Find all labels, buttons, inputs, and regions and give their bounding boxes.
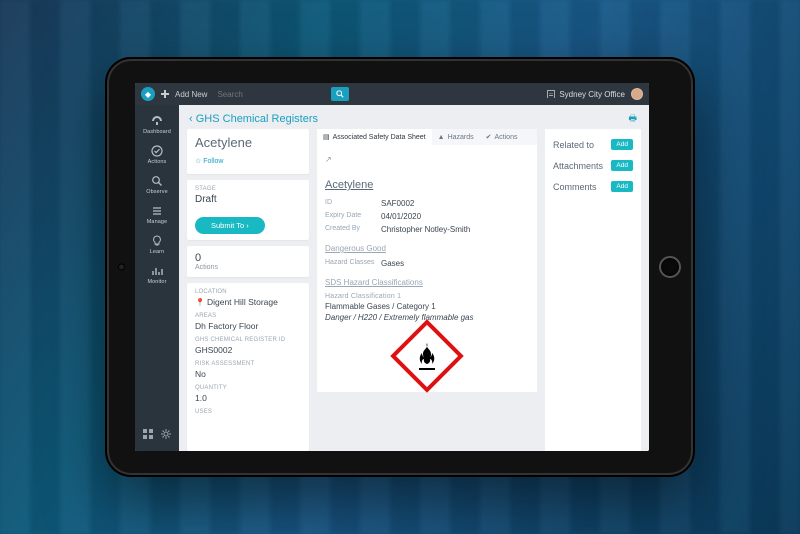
hazard-classes-label: Hazard Classes xyxy=(325,259,381,268)
dangerous-good-section: Dangerous Good xyxy=(325,244,529,253)
bar-chart-icon xyxy=(151,265,163,277)
search-wrap xyxy=(213,87,349,101)
risk-label: RISK ASSESSMENT xyxy=(195,361,301,367)
tab-label: Associated Safety Data Sheet xyxy=(333,134,426,141)
nav-manage[interactable]: Manage xyxy=(135,201,179,229)
add-new-button[interactable]: Add New xyxy=(175,90,207,99)
building-icon xyxy=(547,90,555,98)
magnify-icon xyxy=(151,175,163,187)
main-panel: GHS Chemical Registers 🖶 Acetylene Follo… xyxy=(179,105,649,451)
comments-heading: Comments xyxy=(553,182,597,192)
flame-icon xyxy=(401,330,453,382)
gear-icon[interactable] xyxy=(161,429,171,439)
app-screen: ◆ Add New Sydney City Office xyxy=(135,83,649,451)
hazard-classes-value: Gases xyxy=(381,259,404,268)
app-logo[interactable]: ◆ xyxy=(141,87,155,101)
add-attachment-button[interactable]: Add xyxy=(611,160,633,171)
title-card: Acetylene Follow xyxy=(187,129,309,174)
tab-hazards[interactable]: ▲ Hazards xyxy=(432,129,480,145)
areas-label: AREAS xyxy=(195,313,301,319)
tablet-frame: ◆ Add New Sydney City Office xyxy=(105,57,695,477)
nav-label: Dashboard xyxy=(143,129,171,135)
location-label: LOCATION xyxy=(195,289,301,295)
search-input[interactable] xyxy=(213,87,331,101)
sds-detail: Acetylene IDSAF0002 Expiry Date04/01/202… xyxy=(317,175,537,392)
id-value: SAF0002 xyxy=(381,199,414,208)
tab-label: Hazards xyxy=(448,134,474,141)
location-value: 📍Digent Hill Storage xyxy=(195,297,301,307)
created-by-label: Created By xyxy=(325,225,381,234)
related-to-heading: Related to xyxy=(553,140,594,150)
tab-sds[interactable]: ▤ Associated Safety Data Sheet xyxy=(317,129,432,145)
classification-label: Hazard Classification 1 xyxy=(325,293,529,300)
stage-card: STAGE Draft Submit To › xyxy=(187,180,309,240)
register-id-value: GHS0002 xyxy=(195,345,301,355)
details-card: LOCATION 📍Digent Hill Storage AREAS Dh F… xyxy=(187,283,309,451)
print-icon[interactable]: 🖶 xyxy=(629,111,638,127)
breadcrumb-back[interactable]: GHS Chemical Registers xyxy=(189,113,318,125)
check-icon: ✔ xyxy=(486,133,492,141)
actions-count-label: Actions xyxy=(195,264,301,271)
quantity-label: QUANTITY xyxy=(195,385,301,391)
nav-label: Manage xyxy=(147,219,167,225)
actions-count-card[interactable]: 0 Actions xyxy=(187,246,309,277)
nav-label: Observe xyxy=(146,189,168,195)
attachments-heading: Attachments xyxy=(553,161,603,171)
office-selector[interactable]: Sydney City Office xyxy=(547,90,625,99)
nav-observe[interactable]: Observe xyxy=(135,171,179,199)
related-panel: Related to Add Attachments Add Comments … xyxy=(545,129,641,451)
classification-value: Flammable Gases / Category 1 xyxy=(325,302,529,311)
sds-classifications-section: SDS Hazard Classifications xyxy=(325,278,529,287)
grid-icon[interactable] xyxy=(143,429,153,439)
submit-button[interactable]: Submit To › xyxy=(195,217,265,234)
search-icon xyxy=(336,90,344,98)
expiry-label: Expiry Date xyxy=(325,212,381,221)
created-by-value: Christopher Notley-Smith xyxy=(381,225,470,234)
detail-tabs: ▤ Associated Safety Data Sheet ▲ Hazards… xyxy=(317,129,537,145)
id-label: ID xyxy=(325,199,381,208)
stage-value: Draft xyxy=(195,194,301,205)
nav-label: Actions xyxy=(148,159,167,165)
nav-label: Monitor xyxy=(147,279,166,285)
ghs-pictogram-flammable xyxy=(401,330,453,382)
pin-icon: 📍 xyxy=(195,298,205,307)
detail-title[interactable]: Acetylene xyxy=(325,179,529,191)
list-icon xyxy=(151,205,163,217)
expiry-value: 04/01/2020 xyxy=(381,212,421,221)
quantity-value: 1.0 xyxy=(195,393,301,403)
nav-dashboard[interactable]: Dashboard xyxy=(135,111,179,139)
search-button[interactable] xyxy=(331,87,349,101)
top-bar: ◆ Add New Sydney City Office xyxy=(135,83,649,105)
add-comment-button[interactable]: Add xyxy=(611,181,633,192)
stage-label: STAGE xyxy=(195,186,301,192)
office-name: Sydney City Office xyxy=(559,90,625,99)
bulb-icon xyxy=(151,235,163,247)
nav-monitor[interactable]: Monitor xyxy=(135,261,179,289)
nav-learn[interactable]: Learn xyxy=(135,231,179,259)
follow-link[interactable]: Follow xyxy=(195,157,223,165)
home-button[interactable] xyxy=(659,256,681,278)
tab-label: Actions xyxy=(495,134,518,141)
warning-icon: ▲ xyxy=(438,134,445,141)
add-related-button[interactable]: Add xyxy=(611,139,633,150)
external-link-icon[interactable]: ↗ xyxy=(325,155,332,164)
uses-label: USES xyxy=(195,409,301,415)
avatar[interactable] xyxy=(631,88,643,100)
document-icon: ▤ xyxy=(323,133,330,141)
plus-icon xyxy=(161,90,169,98)
camera-dot xyxy=(119,265,124,270)
nav-label: Learn xyxy=(150,249,165,255)
side-nav: Dashboard Actions Observe Manage Learn xyxy=(135,105,179,451)
record-title: Acetylene xyxy=(195,135,301,150)
tab-actions[interactable]: ✔ Actions xyxy=(480,129,524,145)
areas-value: Dh Factory Floor xyxy=(195,321,301,331)
check-circle-icon xyxy=(151,145,163,157)
register-id-label: GHS CHEMICAL REGISTER ID xyxy=(195,337,301,343)
actions-count: 0 xyxy=(195,252,301,264)
risk-value: No xyxy=(195,369,301,379)
dashboard-icon xyxy=(151,115,163,127)
nav-actions[interactable]: Actions xyxy=(135,141,179,169)
